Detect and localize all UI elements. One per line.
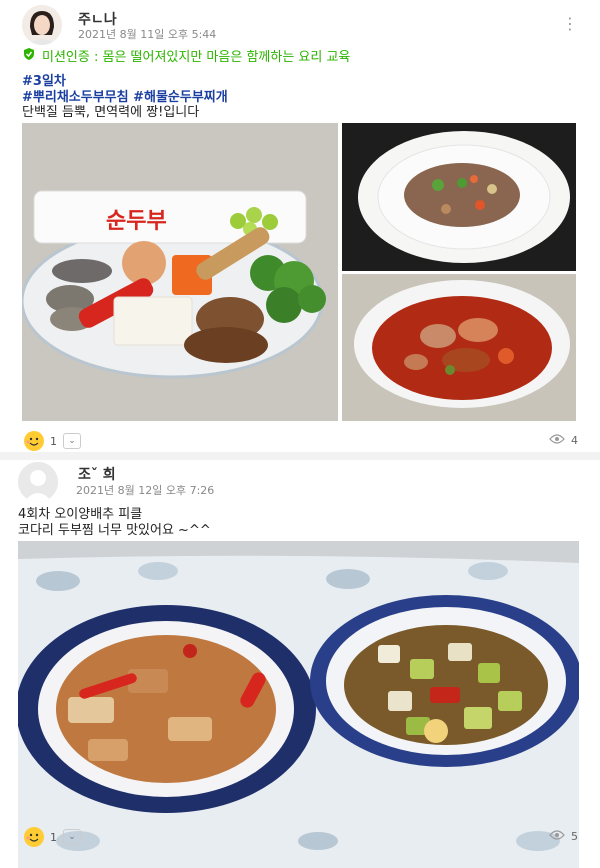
reaction-count: 1 [50,830,57,844]
package-label: 순두부 [106,209,167,234]
author-name[interactable]: 조ˇ 희 [78,464,116,484]
view-counter: 4 [549,434,578,447]
post-divider [0,452,600,460]
view-count: 4 [571,434,578,447]
avatar[interactable] [22,5,62,45]
more-vert-icon[interactable]: ⋮ [562,16,578,32]
reaction-bar: 1 ⌄ [24,827,81,847]
view-count: 5 [571,830,578,843]
view-counter: 5 [549,830,578,843]
post-date: 2021년 8월 12일 오후 7:26 [76,484,215,497]
reaction-bar: 1 ⌄ [24,431,81,451]
post-2: 조ˇ 희 2021년 8월 12일 오후 7:26 4회차 오이양배추 피클 코… [0,460,600,868]
emoji-reaction-icon[interactable] [24,431,44,451]
chevron-down-icon[interactable]: ⌄ [63,829,81,845]
mission-check-icon [22,47,36,65]
post-text-line-2: 코다리 두부찜 너무 맛있어요 ~^^ [18,523,211,538]
post-text: 단백질 듬뿍, 면역력에 짱!입니다 [22,105,200,120]
photo-ingredients[interactable]: 순두부 [22,123,338,421]
post-date: 2021년 8월 11일 오후 5:44 [78,28,217,41]
photo-stew[interactable] [342,274,576,421]
reaction-count: 1 [50,434,57,448]
eye-icon [549,434,565,447]
mission-text: 미션인증 : 몸은 떨어져있지만 마음은 함께하는 요리 교육 [42,50,351,65]
avatar[interactable] [18,462,58,502]
photo-side-dish[interactable] [342,123,576,271]
chevron-down-icon[interactable]: ⌄ [63,433,81,449]
photo-dishes[interactable] [18,541,579,868]
post-1: 주ㄴ나 2021년 8월 11일 오후 5:44 ⋮ 미션인증 : 몸은 떨어져… [0,0,600,452]
eye-icon [549,830,565,843]
emoji-reaction-icon[interactable] [24,827,44,847]
mission-label: 미션인증 : 몸은 떨어져있지만 마음은 함께하는 요리 교육 [22,46,350,65]
